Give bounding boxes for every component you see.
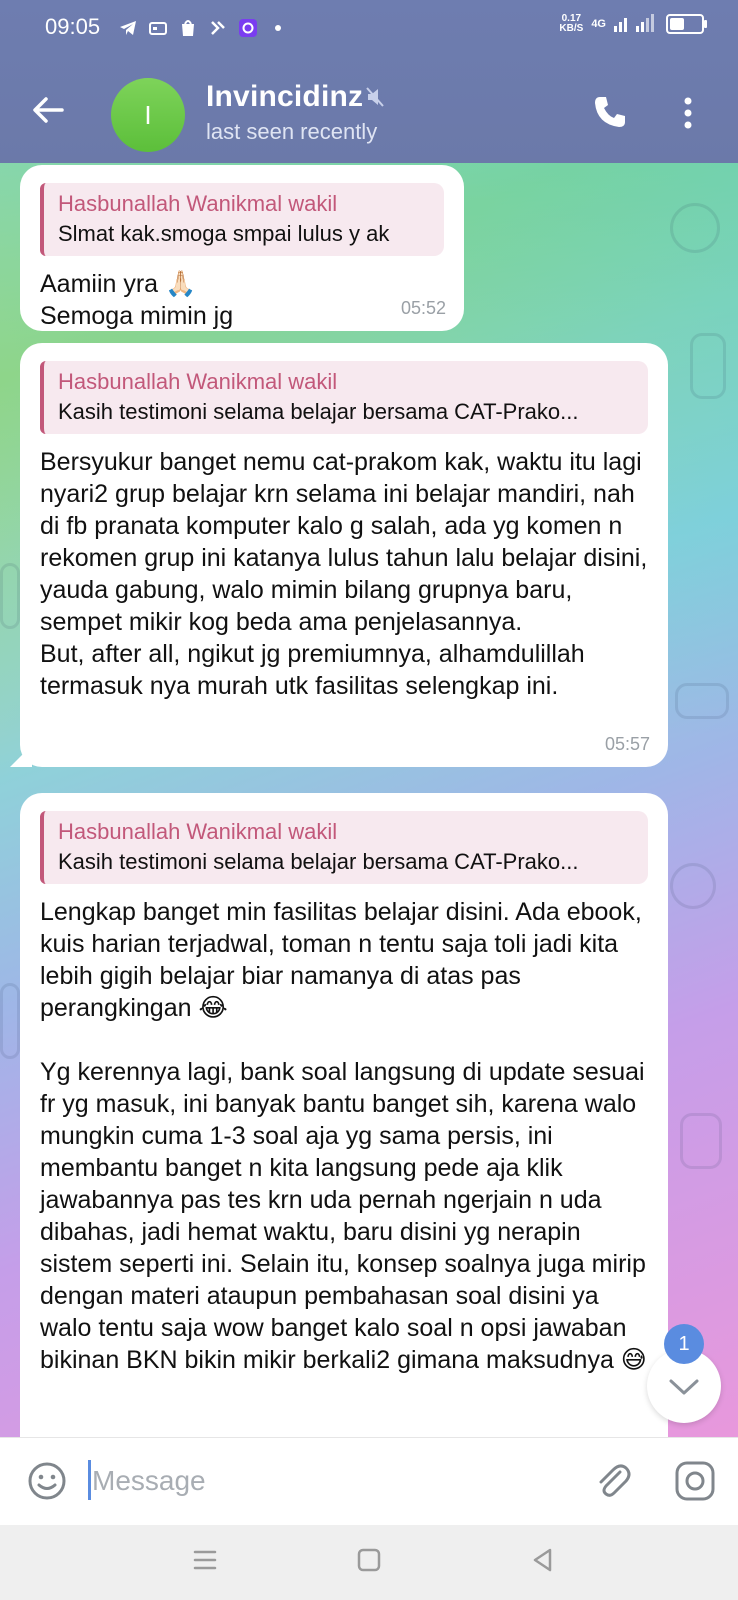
reply-author: Hasbunallah Wanikmal wakil	[58, 819, 338, 844]
status-bar: 09:05 0.17 KB/S 4G	[0, 0, 738, 56]
message-composer	[0, 1437, 738, 1526]
system-nav-bar	[0, 1525, 738, 1600]
wallpaper-doodle	[0, 563, 20, 629]
wallpaper-doodle	[680, 1113, 722, 1169]
telegram-notification-icon	[120, 21, 136, 35]
instagram-camera-icon[interactable]	[674, 1460, 716, 1502]
paperclip-icon[interactable]	[592, 1460, 634, 1502]
message-text: Lengkap banget min fasilitas belajar dis…	[40, 898, 647, 1374]
status-time: 09:05	[45, 14, 101, 39]
reply-text: Kasih testimoni selama belajar bersama C…	[58, 849, 579, 874]
battery-level	[670, 18, 684, 30]
camera-app-notification-icon	[239, 19, 257, 37]
message-bubble[interactable]: Hasbunallah Wanikmal wakil Kasih testimo…	[10, 343, 668, 767]
net-speed-unit: KB/S	[559, 23, 584, 34]
phone-icon[interactable]	[592, 94, 628, 130]
top-bar: 09:05 0.17 KB/S 4G I Invincidinz last se…	[0, 0, 738, 163]
shop-notification-icon	[182, 20, 194, 36]
message-text: Bersyukur banget nemu cat-prakom kak, wa…	[40, 448, 648, 700]
avatar-letter: I	[144, 99, 152, 130]
chat-title[interactable]: Invincidinz	[206, 80, 363, 114]
bubble-tail	[10, 745, 32, 767]
reply-author: Hasbunallah Wanikmal wakil	[58, 369, 338, 394]
message-input[interactable]	[90, 1456, 574, 1506]
wallpaper-doodle	[670, 863, 716, 909]
wallpaper-doodle	[690, 333, 726, 399]
reply-author: Hasbunallah Wanikmal wakil	[58, 191, 338, 216]
app-notification-icon	[211, 21, 225, 35]
menu-icon[interactable]	[190, 1545, 220, 1575]
reply-quote[interactable]: Hasbunallah Wanikmal wakil Kasih testimo…	[40, 811, 648, 884]
battery-icon	[666, 14, 707, 34]
card-notification-icon	[149, 22, 167, 35]
message-bubble[interactable]: Hasbunallah Wanikmal wakil Slmat kak.smo…	[20, 165, 464, 331]
status-right: 0.17 KB/S 4G	[559, 14, 707, 34]
reply-text: Kasih testimoni selama belajar bersama C…	[58, 399, 579, 424]
dot-icon	[275, 25, 281, 31]
emoji-icon[interactable]	[26, 1460, 68, 1502]
muted-speaker-icon	[366, 87, 384, 107]
unread-badge[interactable]: 1	[664, 1324, 704, 1364]
chat-header: I Invincidinz last seen recently	[0, 56, 738, 163]
wallpaper-doodle	[675, 683, 729, 719]
network-type: 4G	[591, 18, 606, 30]
message-bubble[interactable]: Hasbunallah Wanikmal wakil Kasih testimo…	[20, 793, 668, 1437]
reply-quote[interactable]: Hasbunallah Wanikmal wakil Slmat kak.smo…	[40, 183, 444, 256]
reply-text: Slmat kak.smoga smpai lulus y ak	[58, 221, 390, 246]
wallpaper-doodle	[670, 203, 720, 253]
last-seen-status: last seen recently	[206, 119, 378, 144]
more-vertical-icon[interactable]	[682, 96, 694, 130]
home-square-icon[interactable]	[354, 1545, 384, 1575]
net-speed: 0.17 KB/S	[559, 14, 583, 34]
message-time: 05:57	[604, 734, 650, 754]
chat-area[interactable]: Hasbunallah Wanikmal wakil Slmat kak.smo…	[0, 163, 738, 1437]
reply-quote[interactable]: Hasbunallah Wanikmal wakil Kasih testimo…	[40, 361, 648, 434]
back-triangle-icon[interactable]	[528, 1545, 558, 1575]
wallpaper-doodle	[0, 983, 20, 1059]
notification-icons	[118, 18, 288, 38]
message-text: Aamiin yra 🙏🏻 Semoga mimin jg	[40, 270, 234, 330]
signal-icon	[614, 14, 654, 32]
arrow-left-icon[interactable]	[28, 90, 68, 130]
message-time: 05:52	[400, 298, 446, 318]
avatar[interactable]: I	[111, 78, 185, 152]
